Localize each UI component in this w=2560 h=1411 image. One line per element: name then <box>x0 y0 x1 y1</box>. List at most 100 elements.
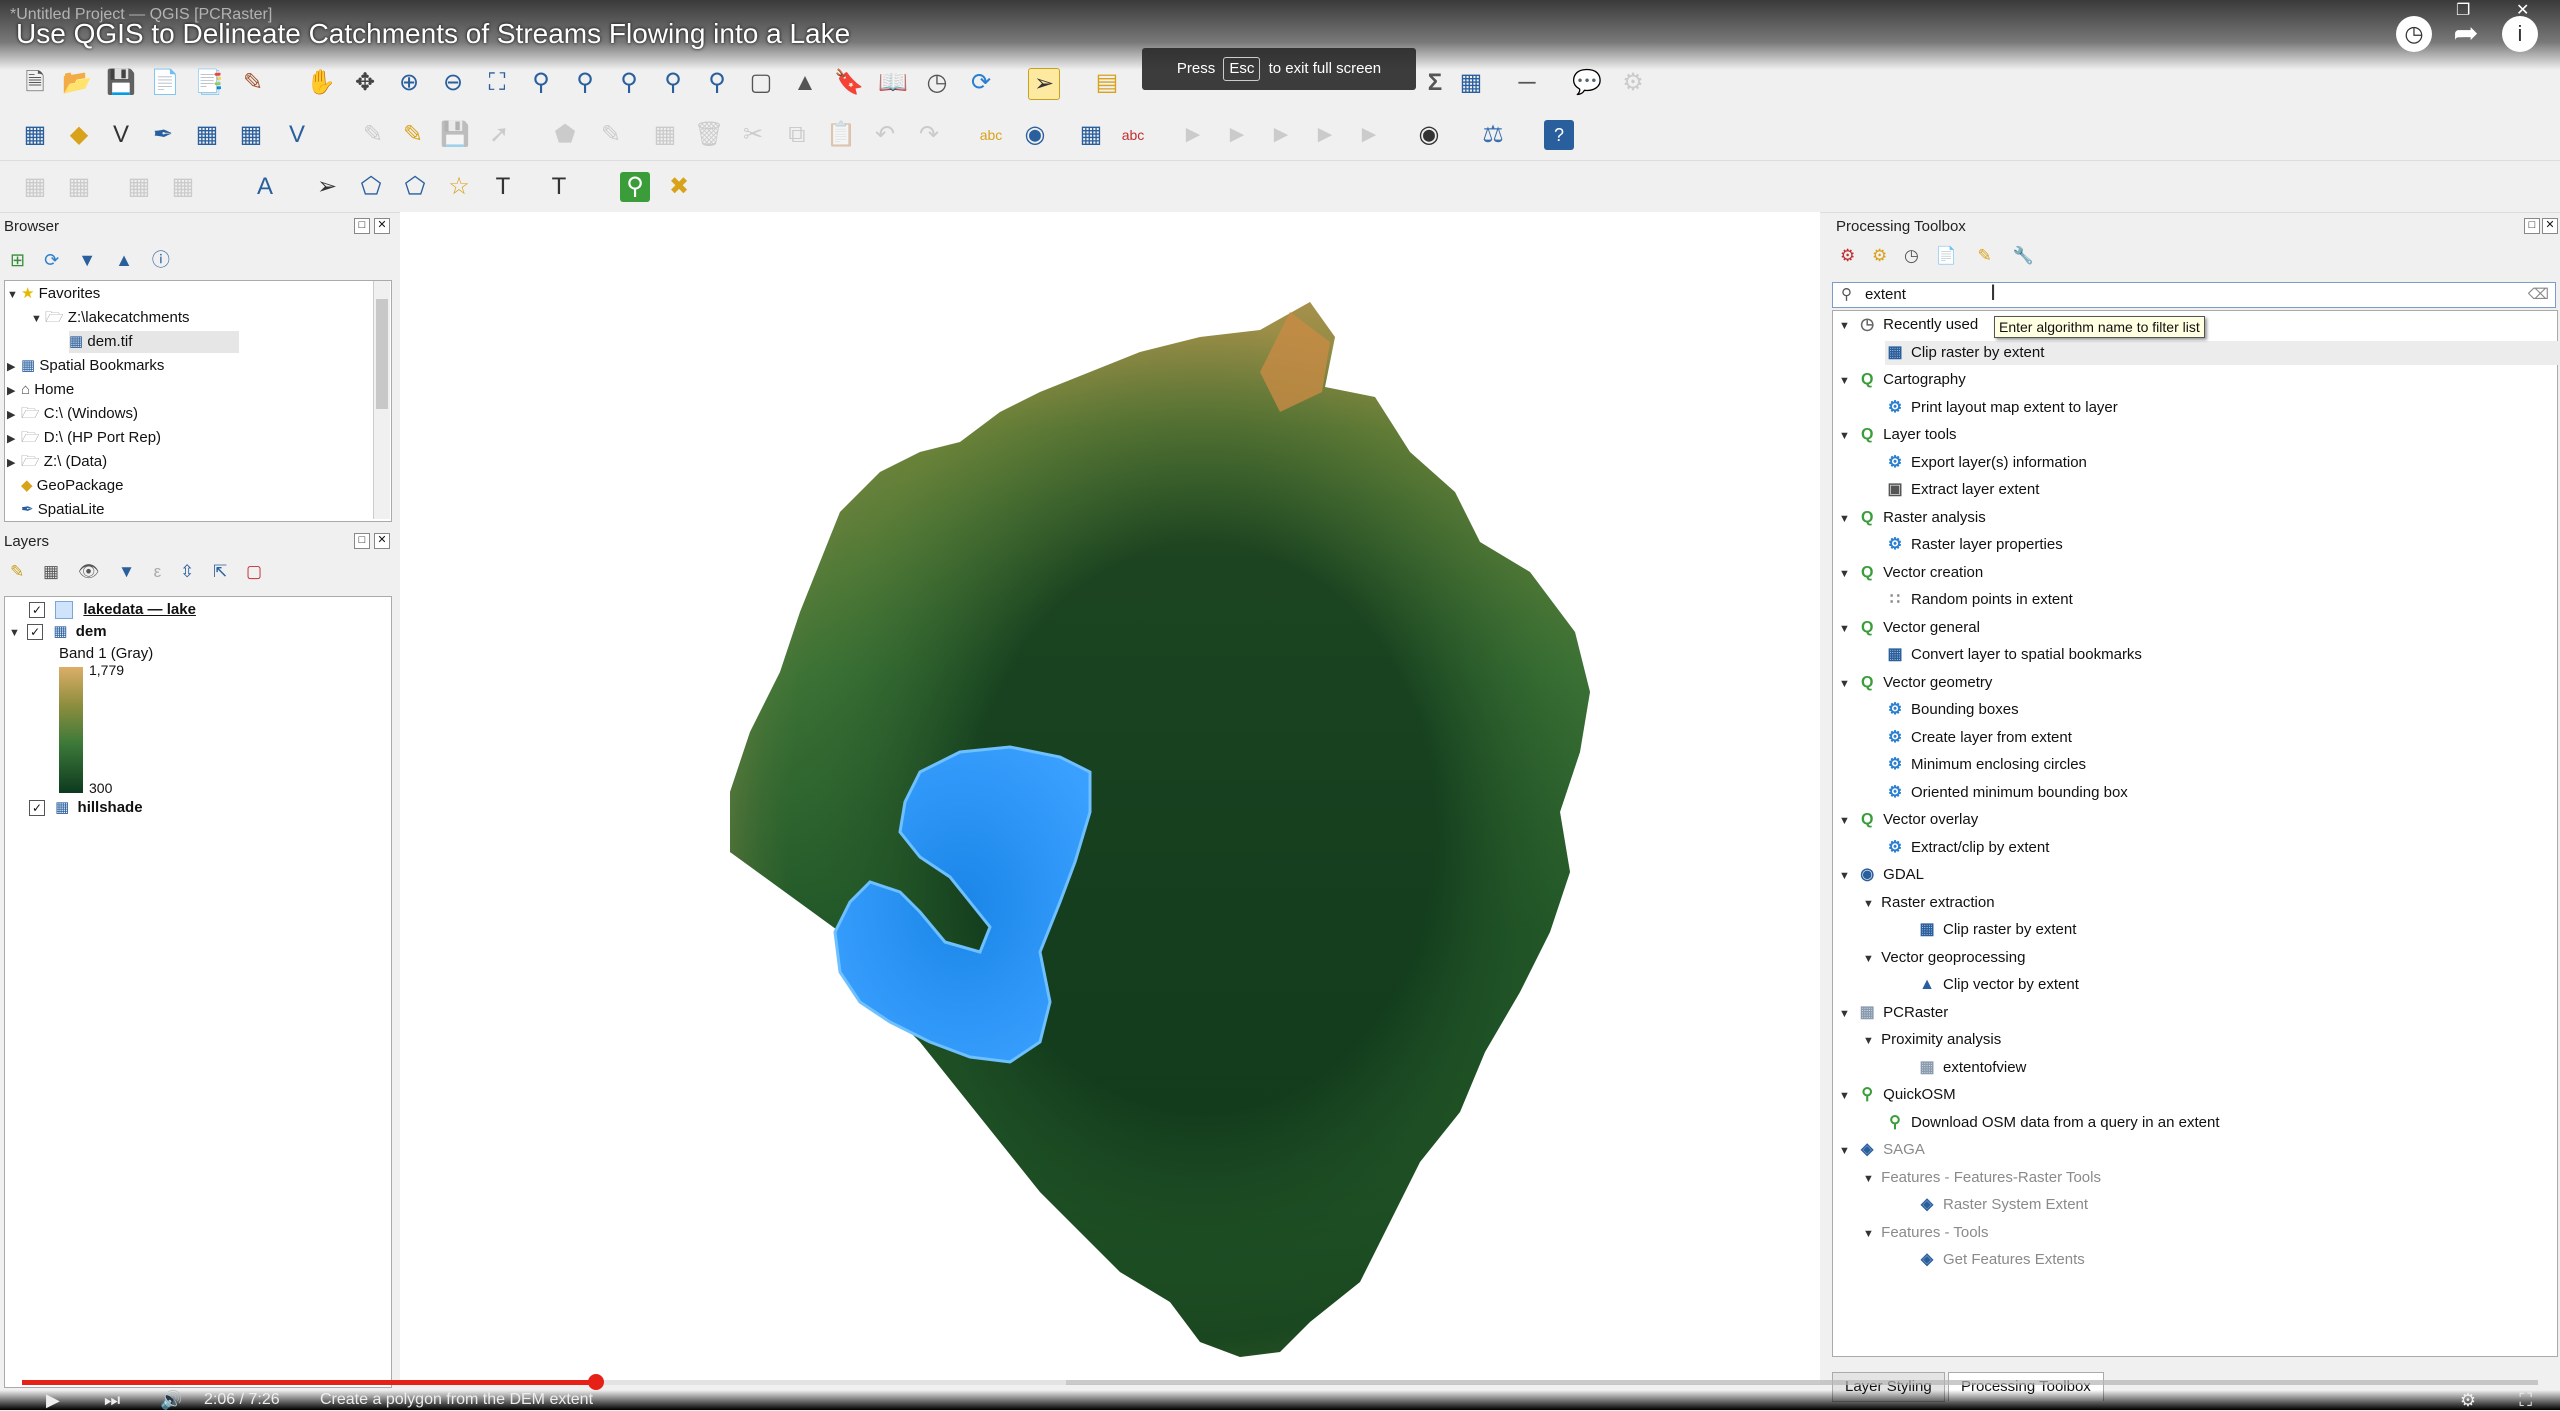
filter-icon[interactable]: ▼ <box>78 250 96 270</box>
new-temp-layer-icon[interactable]: ▦ <box>192 120 222 150</box>
layer-visibility-checkbox[interactable]: ✓ <box>27 624 44 640</box>
style-panel-icon[interactable]: ✎ <box>10 562 24 581</box>
toolbox-algorithm-row[interactable]: ⚙ Extract/clip by extent <box>1885 836 2050 860</box>
new-3d-map-view-icon[interactable]: ▲ <box>790 68 820 98</box>
edit-features-in-place-icon[interactable]: ✎ <box>1977 246 1991 265</box>
expanded-arrow-icon[interactable]: ▼ <box>1839 672 1853 696</box>
scripts-icon[interactable]: ⚙ <box>1872 246 1887 265</box>
open-project-icon[interactable]: 📂 <box>62 68 92 98</box>
collapsed-arrow-icon[interactable]: ▶ <box>7 404 21 426</box>
volume-icon[interactable]: 🔊 <box>160 1390 182 1411</box>
highlight-labels-icon[interactable]: ▦ <box>1076 120 1106 150</box>
toolbox-algorithm-row[interactable]: ⚙ Raster layer properties <box>1885 533 2063 557</box>
expanded-arrow-icon[interactable]: ▼ <box>1839 507 1853 531</box>
toggle-editing-icon[interactable]: ✎ <box>398 120 428 150</box>
data-source-manager-icon[interactable]: ▦ <box>20 120 50 150</box>
video-progress-bar[interactable] <box>22 1380 596 1385</box>
save-edits-icon[interactable]: 💾 <box>440 120 470 150</box>
expanded-arrow-icon[interactable]: ▼ <box>7 284 21 306</box>
move-label-icon[interactable]: ► <box>1222 120 1252 150</box>
toolbox-group-row[interactable]: ▼ Features - Tools <box>1863 1221 1988 1245</box>
toolbox-algorithm-row[interactable]: ▦ extentofview <box>1917 1056 2026 1080</box>
modify-attributes-icon[interactable]: ▦ <box>650 120 680 150</box>
simplify-icon[interactable]: ▦ <box>168 172 198 202</box>
undo-icon[interactable]: ↶ <box>870 120 900 150</box>
video-title[interactable]: Use QGIS to Delineate Catchments of Stre… <box>16 18 850 50</box>
collapsed-arrow-icon[interactable]: ▶ <box>7 380 21 402</box>
toolbox-group-row[interactable]: ▼ Vector geoprocessing <box>1863 946 2025 970</box>
layer-visibility-checkbox[interactable]: ✓ <box>29 602 45 618</box>
new-shapefile-layer-icon[interactable]: V <box>106 120 136 150</box>
toolbox-algorithm-row[interactable]: ◈ Get Features Extents <box>1917 1248 2085 1272</box>
properties-info-icon[interactable]: ⓘ <box>152 250 170 270</box>
clear-search-icon[interactable]: ⌫ <box>2528 283 2549 307</box>
expanded-arrow-icon[interactable]: ▼ <box>1839 864 1853 888</box>
expanded-arrow-icon[interactable]: ▼ <box>1839 369 1853 393</box>
float-panel-icon[interactable]: □ <box>2524 218 2540 234</box>
toolbox-algorithm-row[interactable]: ⚙ Oriented minimum bounding box <box>1885 781 2128 805</box>
toolbox-group-row[interactable]: ▼ ▦ PCRaster <box>1839 1001 1948 1025</box>
new-geopackage-layer-icon[interactable]: ◆ <box>64 120 94 150</box>
close-window-icon[interactable]: ✕ <box>2516 0 2529 20</box>
settings-gear-icon[interactable]: ⚙ <box>1618 68 1648 98</box>
new-print-layout-icon[interactable]: 📄 <box>150 68 180 98</box>
collapsed-arrow-icon[interactable]: ▶ <box>7 356 21 378</box>
expanded-arrow-icon[interactable]: ▼ <box>31 308 45 330</box>
browser-item-favorites[interactable]: ▼ ★ Favorites <box>7 283 100 305</box>
new-project-icon[interactable]: 🗎 <box>20 68 50 98</box>
copy-features-icon[interactable]: ⧉ <box>782 120 812 150</box>
browser-item-drive-z[interactable]: ▶ 🗁 Z:\ (Data) <box>7 451 107 473</box>
browser-item-home[interactable]: ▶ ⌂ Home <box>7 379 74 401</box>
georeferencer-icon[interactable]: ◉ <box>1414 120 1444 150</box>
expanded-arrow-icon[interactable]: ▼ <box>1863 1222 1877 1246</box>
toolbox-algorithm-row[interactable]: ▣ Extract layer extent <box>1885 478 2039 502</box>
new-map-view-icon[interactable]: ▢ <box>746 68 776 98</box>
play-icon[interactable]: ▶ <box>46 1390 60 1411</box>
expanded-arrow-icon[interactable]: ▼ <box>1839 809 1853 833</box>
current-edits-icon[interactable]: ✎ <box>358 120 388 150</box>
add-group-icon[interactable]: ▦ <box>43 562 59 581</box>
processing-toolbox-icon[interactable]: ⚲ <box>620 172 650 202</box>
toolbox-group-row[interactable]: ▼ ⚲ QuickOSM <box>1839 1083 1956 1107</box>
collapsed-arrow-icon[interactable]: ▶ <box>7 452 21 474</box>
layer-item-dem[interactable]: ▼ ✓ ▦ dem <box>9 621 107 643</box>
toolbox-algorithm-row[interactable]: ▦ Clip raster by extent <box>1917 918 2076 942</box>
zoom-next-icon[interactable]: ⚲ <box>702 68 732 98</box>
toolbox-algorithm-row[interactable]: ▦ Convert layer to spatial bookmarks <box>1885 643 2142 667</box>
toolbox-group-row[interactable]: ▼ Q Vector general <box>1839 616 1980 640</box>
manage-visibility-icon[interactable]: 👁 <box>78 562 100 581</box>
video-scrubber-handle[interactable] <box>587 1374 604 1390</box>
expanded-arrow-icon[interactable]: ▼ <box>1863 947 1877 971</box>
expanded-arrow-icon[interactable]: ▼ <box>1863 1167 1877 1191</box>
options-wrench-icon[interactable]: 🔧 <box>2012 246 2033 265</box>
filter-legend-icon[interactable]: ▼ <box>118 562 135 581</box>
add-polygon-icon[interactable]: ⬟ <box>550 120 580 150</box>
watch-later-icon[interactable]: ◷ <box>2396 16 2432 52</box>
label-properties-icon[interactable]: ► <box>1354 120 1384 150</box>
line-annotation-icon[interactable]: ⬠ <box>400 172 430 202</box>
results-viewer-icon[interactable]: 📄 <box>1936 246 1957 265</box>
temporal-controller-icon[interactable]: ◷ <box>922 68 952 98</box>
expanded-arrow-icon[interactable]: ▼ <box>1863 892 1877 916</box>
text-annotation-menu-icon[interactable]: T <box>544 172 574 202</box>
toolbox-algorithm-row[interactable]: ⚲ Download OSM data from a query in an ex… <box>1885 1111 2219 1135</box>
style-manager-icon[interactable]: ✎ <box>238 68 268 98</box>
settings-icon[interactable]: ⚙ <box>2460 1390 2476 1411</box>
toolbox-algorithm-row[interactable]: ∷ Random points in extent <box>1885 588 2073 612</box>
toolbox-group-row[interactable]: ▼ Proximity analysis <box>1863 1028 2001 1052</box>
scrollbar-thumb[interactable] <box>376 299 388 409</box>
pin-labels-icon[interactable]: abc <box>1118 120 1148 150</box>
zoom-to-selection-icon[interactable]: ⚲ <box>526 68 556 98</box>
toolbox-algorithm-row[interactable]: ⚙ Bounding boxes <box>1885 698 2019 722</box>
change-label-icon[interactable]: ► <box>1310 120 1340 150</box>
toolbox-group-row[interactable]: ▼ Q Vector overlay <box>1839 808 1978 832</box>
collapse-all-icon[interactable]: ⇱ <box>213 562 227 581</box>
refresh-icon[interactable]: ⟳ <box>966 68 996 98</box>
rotate-label-icon[interactable]: ► <box>1266 120 1296 150</box>
fullscreen-exit-icon[interactable]: ⛶ <box>2519 1390 2532 1411</box>
zoom-in-icon[interactable]: ⊕ <box>394 68 424 98</box>
toolbox-group-row[interactable]: ▼ ◷ Recently used <box>1839 313 1978 337</box>
toolbox-algorithm-row[interactable]: ◈ Raster System Extent <box>1917 1193 2088 1217</box>
marker-annotation-icon[interactable]: ☆ <box>444 172 474 202</box>
text-along-line-icon[interactable]: T <box>488 172 518 202</box>
